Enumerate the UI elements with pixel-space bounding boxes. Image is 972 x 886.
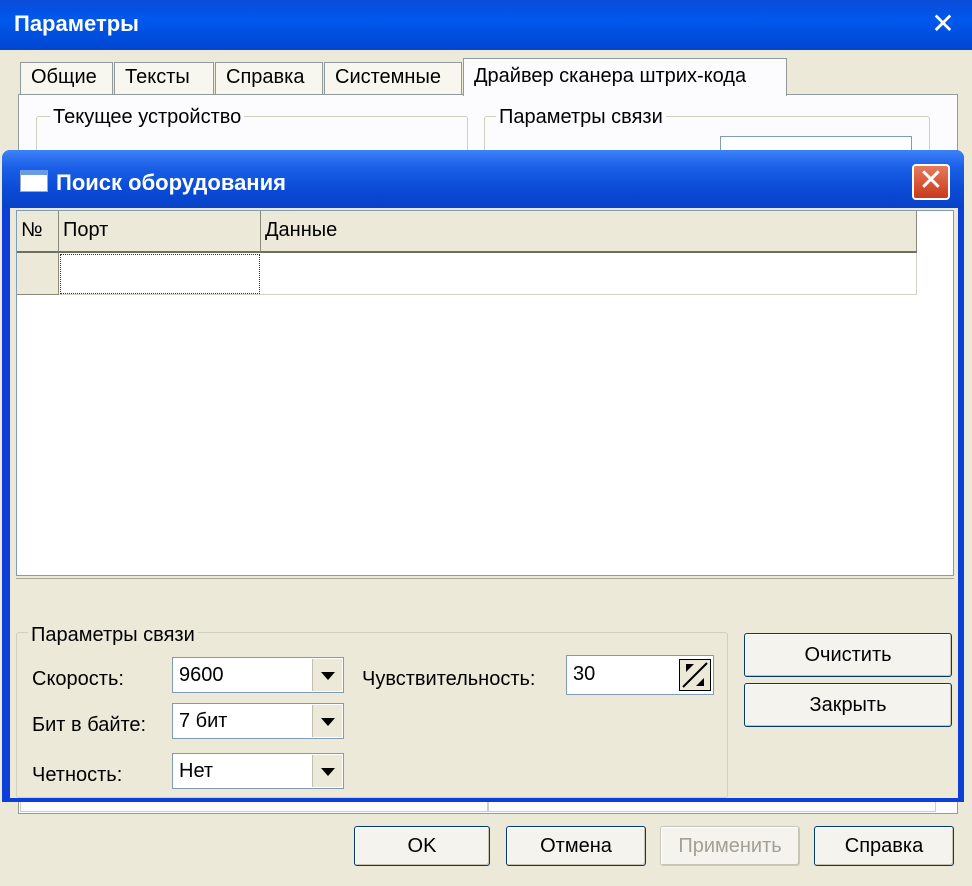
group-current-device-label: Текущее устройство xyxy=(50,106,245,129)
tab-general[interactable]: Общие xyxy=(20,62,113,94)
bits-value: 7 бит xyxy=(179,710,228,732)
status-bar xyxy=(16,578,954,616)
group-connection-label: Параметры связи xyxy=(28,624,198,647)
outer-title-bar: Параметры ✕ xyxy=(0,0,972,50)
grid-header-data[interactable]: Данные xyxy=(261,211,917,253)
chevron-down-icon[interactable] xyxy=(312,755,342,787)
grid-cell-port[interactable] xyxy=(60,254,260,294)
tab-system[interactable]: Системные xyxy=(324,62,462,94)
cancel-button[interactable]: Отмена xyxy=(506,826,646,866)
help-button[interactable]: Справка xyxy=(814,826,954,866)
sensitivity-value: 30 xyxy=(573,663,596,685)
grid-header-number[interactable]: № xyxy=(17,211,59,253)
chevron-down-icon[interactable] xyxy=(312,705,342,737)
chevron-down-icon[interactable] xyxy=(312,659,342,691)
parity-select[interactable]: Нет xyxy=(172,753,344,789)
grid-row-indicator[interactable] xyxy=(17,253,59,295)
ok-button[interactable]: OK xyxy=(354,826,490,866)
close-button[interactable]: Закрыть xyxy=(744,683,952,727)
tab-barcode-driver[interactable]: Драйвер сканера штрих-кода xyxy=(463,58,787,96)
grid-header-port[interactable]: Порт xyxy=(59,211,261,253)
group-connection-outer-label: Параметры связи xyxy=(496,106,666,129)
search-dialog-title-bar: Поиск оборудования ✕ xyxy=(2,150,964,208)
search-dialog-title: Поиск оборудования xyxy=(56,170,286,195)
outer-close-icon[interactable]: ✕ xyxy=(928,9,958,39)
apply-button[interactable]: Применить xyxy=(660,826,800,866)
spin-updown-icon[interactable] xyxy=(679,659,711,691)
parity-value: Нет xyxy=(179,760,214,782)
speed-label: Скорость: xyxy=(32,668,124,690)
clear-button[interactable]: Очистить xyxy=(744,633,952,677)
outer-window-title: Параметры xyxy=(14,11,139,36)
close-icon[interactable]: ✕ xyxy=(912,164,950,200)
sensitivity-label: Чувствительность: xyxy=(362,668,536,690)
speed-value: 9600 xyxy=(179,664,224,686)
parity-label: Четность: xyxy=(32,764,123,786)
speed-select[interactable]: 9600 xyxy=(172,657,344,693)
tab-help[interactable]: Справка xyxy=(215,62,323,94)
window-icon xyxy=(20,170,48,192)
bits-select[interactable]: 7 бит xyxy=(172,703,344,739)
sensitivity-input[interactable]: 30 xyxy=(566,655,714,695)
bits-label: Бит в байте: xyxy=(32,714,147,736)
tab-texts[interactable]: Тексты xyxy=(114,62,214,94)
spin-arrows-icon xyxy=(682,662,708,688)
